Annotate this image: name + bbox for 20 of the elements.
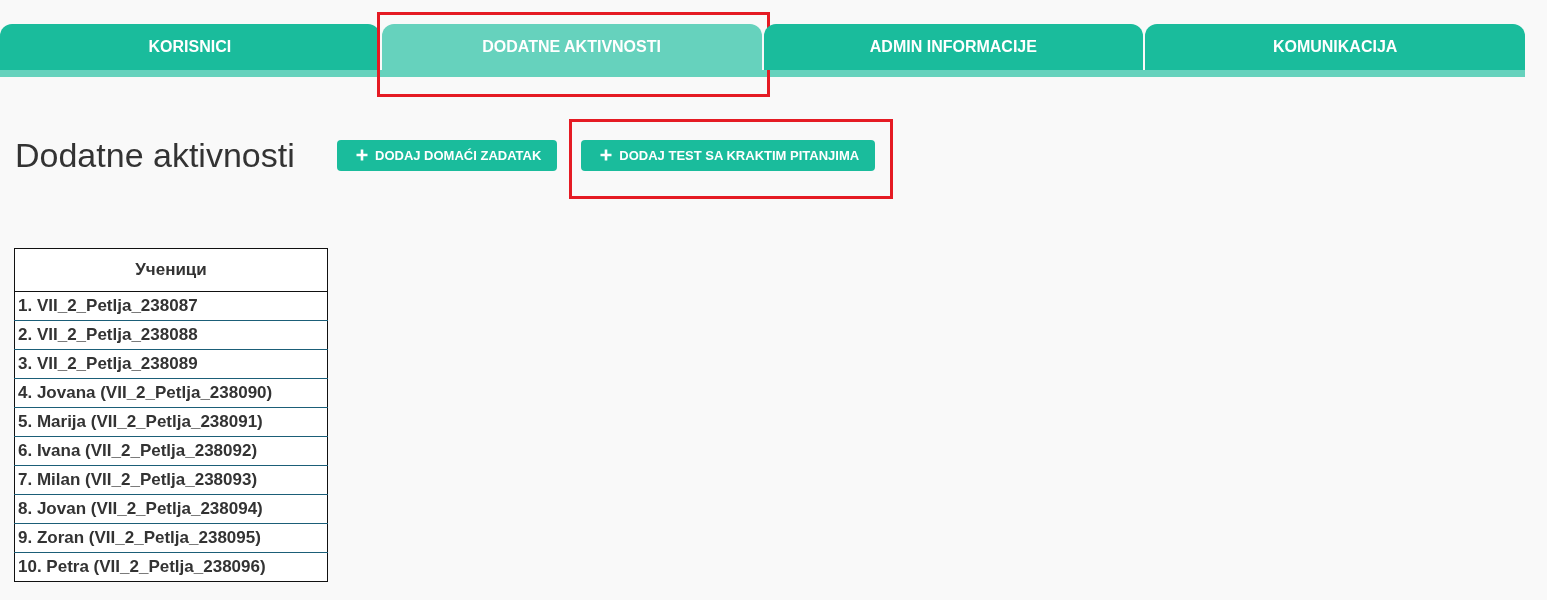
student-cell: 3. VII_2_Petlja_238089 bbox=[14, 349, 328, 379]
nav-tab[interactable]: KOMUNIKACIJA bbox=[1145, 24, 1525, 70]
student-cell: 1. VII_2_Petlja_238087 bbox=[14, 291, 328, 321]
page-title: Dodatne aktivnosti bbox=[15, 135, 296, 175]
column-header: Ученици bbox=[14, 248, 328, 292]
student-cell: 6. Ivana (VII_2_Petlja_238092) bbox=[14, 436, 328, 466]
student-cell: 5. Marija (VII_2_Petlja_238091) bbox=[14, 407, 328, 437]
student-cell: 2. VII_2_Petlja_238088 bbox=[14, 320, 328, 350]
nav-tab[interactable]: DODATNE AKTIVNOSTI bbox=[381, 24, 762, 70]
add-button[interactable]: DODAJ TEST SA KRAKTIM PITANJIMA bbox=[581, 139, 876, 171]
student-cell: 8. Jovan (VII_2_Petlja_238094) bbox=[14, 494, 328, 524]
add-button[interactable]: DODAJ DOMAĆI ZADATAK bbox=[337, 139, 558, 171]
student-cell: 4. Jovana (VII_2_Petlja_238090) bbox=[14, 378, 328, 408]
nav-tab[interactable]: ADMIN INFORMACIJE bbox=[763, 24, 1144, 70]
student-cell: 10. Petra (VII_2_Petlja_238096) bbox=[14, 552, 328, 582]
plus-icon bbox=[600, 149, 613, 161]
nav-tab[interactable]: KORISNICI bbox=[0, 24, 380, 70]
student-cell: 7. Milan (VII_2_Petlja_238093) bbox=[14, 465, 328, 495]
student-cell: 9. Zoran (VII_2_Petlja_238095) bbox=[14, 523, 328, 553]
plus-icon bbox=[356, 149, 368, 161]
